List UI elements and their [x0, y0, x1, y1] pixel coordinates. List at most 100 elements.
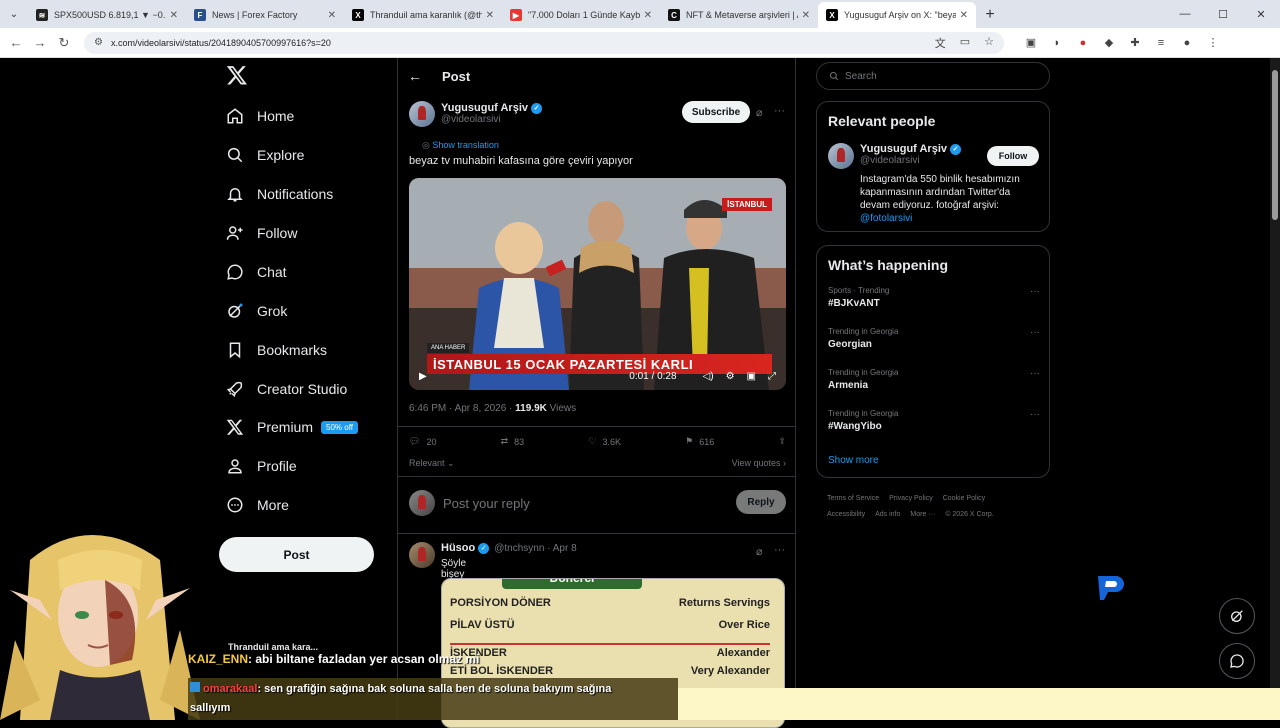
footer-link[interactable]: More ··· — [910, 511, 935, 518]
video-player[interactable]: İSTANBUL ANA HABER İSTANBUL 15 OCAK PAZA… — [409, 178, 786, 390]
footer-link[interactable]: Cookie Policy — [943, 495, 985, 502]
follow-button[interactable]: Follow — [987, 146, 1039, 166]
browser-tab[interactable]: F News | Forex Factory ✕ — [186, 2, 344, 28]
nav-follow[interactable]: Follow — [226, 218, 297, 248]
translate-icon[interactable]: 文 — [935, 35, 946, 51]
subscribe-button[interactable]: Subscribe — [682, 101, 750, 123]
x-logo-icon[interactable] — [226, 64, 248, 86]
media-icon[interactable]: ≡ — [1154, 36, 1168, 50]
trend-item[interactable]: Trending in Georgia Georgian ··· — [828, 327, 1040, 350]
nav-explore[interactable]: Explore — [226, 140, 304, 170]
trend-item[interactable]: Sports · Trending #BJKvANT ··· — [828, 286, 1040, 309]
menu-icon[interactable]: ⋮ — [1206, 36, 1220, 50]
grok-fab[interactable] — [1219, 598, 1255, 634]
close-icon[interactable]: ✕ — [486, 10, 494, 21]
page-scrollbar[interactable] — [1270, 58, 1280, 688]
footer-link[interactable]: Ads info — [875, 511, 900, 518]
bookmark-action[interactable]: ⚑ 616 — [685, 436, 714, 447]
play-icon[interactable]: ▶ — [419, 371, 427, 382]
more-options-icon[interactable]: ··· — [774, 105, 785, 117]
reply-handle[interactable]: @tnchsynn · Apr 8 — [494, 543, 576, 554]
reply-avatar[interactable] — [409, 542, 435, 568]
new-tab-icon[interactable]: + — [976, 2, 1004, 28]
browser-tab-active[interactable]: XYugusuguf Arşiv on X: "beyaz t...✕ — [818, 2, 976, 28]
close-icon[interactable]: ✕ — [644, 10, 652, 21]
nav-more[interactable]: More — [226, 490, 289, 520]
reply-author-name[interactable]: Hüsoo — [441, 542, 475, 554]
like-action[interactable]: ♡ 3.6K — [588, 436, 621, 447]
back-icon[interactable]: ← — [4, 35, 28, 50]
close-icon[interactable]: ✕ — [802, 10, 810, 21]
extension-icon[interactable]: ● — [1076, 36, 1090, 50]
fullscreen-icon[interactable]: ⤢ — [768, 371, 776, 382]
post-button[interactable]: Post — [219, 537, 374, 572]
site-info-icon[interactable]: ⚙ — [94, 37, 103, 48]
post-timestamp[interactable]: 6:46 PM · Apr 8, 2026 · — [409, 403, 515, 414]
more-options-icon[interactable]: ··· — [1030, 286, 1040, 297]
author-avatar[interactable] — [409, 101, 435, 127]
footer-link[interactable]: Terms of Service — [827, 495, 879, 502]
url-input[interactable]: ⚙ x.com/videolarsivi/status/204189040570… — [84, 31, 1004, 54]
more-options-icon[interactable]: ··· — [1030, 368, 1040, 379]
person-handle[interactable]: @videolarsivi — [860, 155, 961, 166]
show-more-link[interactable]: Show more — [828, 455, 879, 466]
person-name[interactable]: Yugusuguf Arşiv — [860, 143, 947, 155]
minimize-icon[interactable]: — — [1166, 0, 1204, 28]
nav-home[interactable]: Home — [226, 101, 294, 131]
nav-notifications[interactable]: Notifications — [226, 179, 333, 209]
profile-icon[interactable]: ● — [1180, 36, 1194, 50]
share-icon[interactable]: ⇪ — [778, 436, 786, 447]
settings-icon[interactable]: ⚙ — [726, 371, 735, 382]
person-avatar[interactable] — [828, 143, 854, 169]
browser-tab[interactable]: XThranduil ama karanlık (@thran...✕ — [344, 2, 502, 28]
repost-action[interactable]: ⇄ 83 — [501, 436, 525, 447]
browser-tab[interactable]: CNFT & Metaverse arşivleri | Ajan...✕ — [660, 2, 818, 28]
nav-grok[interactable]: Grok — [226, 296, 287, 326]
extension-icon[interactable]: ◆ — [1102, 36, 1116, 50]
browser-tab[interactable]: ≋SPX500USD 6.819,1 ▼ −0.11% ...✕ — [28, 2, 186, 28]
footer-link[interactable]: Privacy Policy — [889, 495, 933, 502]
close-window-icon[interactable]: ✕ — [1242, 0, 1280, 28]
close-icon[interactable]: ✕ — [328, 10, 336, 21]
more-options-icon[interactable]: ··· — [1030, 327, 1040, 338]
grok-explain-icon[interactable]: ⌀ — [756, 545, 763, 558]
volume-icon[interactable]: ◁) — [703, 371, 714, 382]
reply-button[interactable]: Reply — [736, 490, 786, 514]
nav-chat[interactable]: Chat — [226, 257, 287, 287]
maximize-icon[interactable]: ☐ — [1204, 0, 1242, 28]
extension-icon[interactable]: ◗ — [1050, 36, 1064, 50]
grok-explain-icon[interactable]: ⌀ — [756, 106, 763, 119]
back-arrow-icon[interactable]: ← — [408, 68, 422, 84]
nav-profile[interactable]: Profile — [226, 451, 297, 481]
browser-tab[interactable]: ▶"7.000 Doları 1 Günde Kaybetti...✕ — [502, 2, 660, 28]
author-name[interactable]: Yugusuguf Arşiv — [441, 102, 528, 114]
cast-icon[interactable]: ▭ — [960, 35, 970, 51]
nav-creator-studio[interactable]: Creator Studio — [226, 374, 347, 404]
more-options-icon[interactable]: ··· — [1030, 409, 1040, 420]
pip-icon[interactable]: ▣ — [747, 371, 756, 382]
forward-icon[interactable]: → — [28, 35, 52, 50]
account-switcher[interactable]: Thranduil ama kara... — [228, 642, 318, 652]
close-icon[interactable]: ✕ — [170, 10, 178, 21]
footer-link[interactable]: Accessibility — [827, 511, 865, 518]
reply-action[interactable]: 💬︎ 20 — [409, 436, 436, 447]
more-options-icon[interactable]: ··· — [774, 544, 785, 556]
extension-icon[interactable]: ▣ — [1024, 36, 1038, 50]
nav-premium[interactable]: Premium 50% off — [226, 412, 358, 442]
puzzle-icon[interactable]: ✚ — [1128, 36, 1142, 50]
author-handle[interactable]: @videolarsivi — [441, 114, 542, 125]
chat-fab[interactable] — [1219, 643, 1255, 679]
search-input[interactable]: Search — [816, 62, 1050, 90]
view-quotes-link[interactable]: View quotes › — [732, 458, 786, 469]
nav-bookmarks[interactable]: Bookmarks — [226, 335, 327, 365]
trend-item[interactable]: Trending in Georgia #WangYibo ··· — [828, 409, 1040, 432]
reply-input[interactable]: Post your reply — [443, 496, 530, 511]
trend-item[interactable]: Trending in Georgia Armenia ··· — [828, 368, 1040, 391]
bio-link[interactable]: @fotolarsivi — [860, 212, 1040, 225]
show-translation-link[interactable]: Show translation — [422, 140, 499, 151]
sort-dropdown[interactable]: Relevant ⌄ — [409, 458, 455, 469]
bookmark-star-icon[interactable]: ☆ — [984, 35, 994, 51]
close-icon[interactable]: ✕ — [960, 10, 968, 21]
tab-search-icon[interactable]: ⌄ — [0, 0, 28, 28]
scrollbar-thumb[interactable] — [1272, 70, 1278, 220]
